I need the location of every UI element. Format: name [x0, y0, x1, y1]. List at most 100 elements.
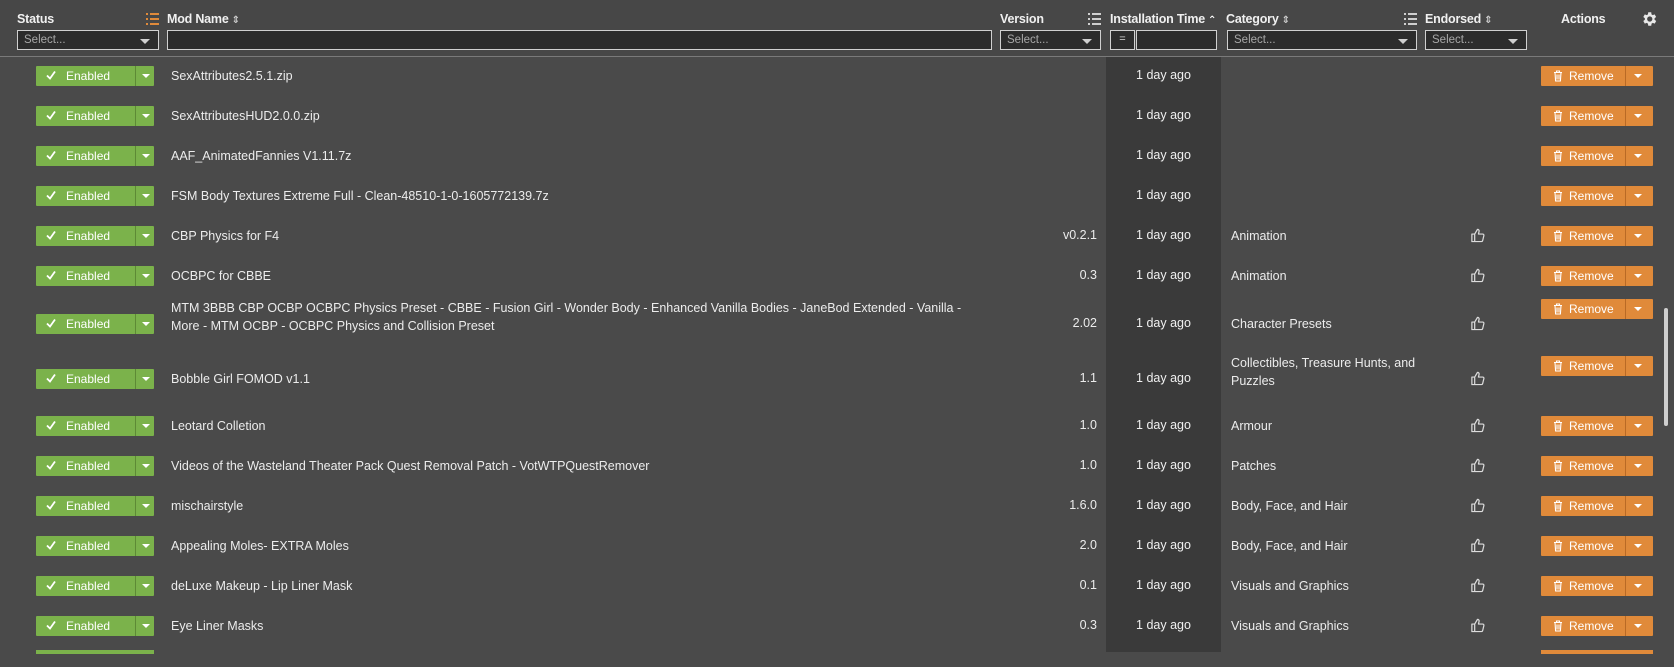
remove-button[interactable]: Remove	[1541, 266, 1653, 286]
column-options-icon[interactable]	[146, 13, 159, 25]
chevron-down-icon[interactable]	[1634, 464, 1642, 468]
chevron-down-icon[interactable]	[1634, 194, 1642, 198]
remove-button[interactable]: Remove	[1541, 186, 1653, 206]
status-toggle-button[interactable]: Enabled	[36, 226, 154, 246]
chevron-down-icon[interactable]	[1634, 74, 1642, 78]
remove-button[interactable]: Remove	[1541, 226, 1653, 246]
status-toggle-button[interactable]: Enabled	[36, 266, 154, 286]
header-status[interactable]: Status	[17, 12, 54, 26]
remove-button[interactable]: Remove	[1541, 416, 1653, 436]
chevron-down-icon[interactable]	[1634, 504, 1642, 508]
table-row[interactable]: Enabled CBP Physics for F4 v0.2.1 1 day ago…	[0, 216, 1674, 256]
chevron-down-icon[interactable]	[142, 544, 150, 548]
header-version[interactable]: Version	[1000, 12, 1044, 26]
table-row[interactable]: Enabled OCBPC for CBBE 0.3 1 day ago Animati…	[0, 256, 1674, 296]
table-row[interactable]: Enabled FSM Body Textures Extreme Full - …	[0, 176, 1674, 216]
header-category[interactable]: Category ⇕	[1226, 12, 1290, 26]
thumbs-up-icon[interactable]	[1470, 497, 1485, 513]
thumbs-up-icon[interactable]	[1470, 537, 1485, 553]
status-toggle-button[interactable]: Enabled	[36, 369, 154, 389]
installation-time-operator[interactable]: =	[1110, 30, 1135, 50]
chevron-down-icon[interactable]	[142, 154, 150, 158]
chevron-down-icon[interactable]	[1634, 114, 1642, 118]
chevron-down-icon[interactable]	[142, 424, 150, 428]
thumbs-up-icon[interactable]	[1470, 577, 1485, 593]
status-toggle-button[interactable]: Enabled	[36, 616, 154, 636]
gear-icon[interactable]	[1640, 10, 1658, 28]
column-options-icon[interactable]	[1088, 13, 1101, 25]
installation-time-filter-input[interactable]	[1136, 30, 1217, 50]
chevron-down-icon[interactable]	[142, 274, 150, 278]
status-toggle-button[interactable]: Enabled	[36, 576, 154, 596]
remove-button[interactable]: Remove	[1541, 106, 1653, 126]
thumbs-up-icon[interactable]	[1470, 227, 1485, 243]
chevron-down-icon[interactable]	[1634, 624, 1642, 628]
remove-button[interactable]: Remove	[1541, 536, 1653, 556]
status-toggle-button[interactable]: Enabled	[36, 186, 154, 206]
table-row[interactable]: Enabled Videos of the Wasteland Theater P…	[0, 446, 1674, 486]
column-options-icon[interactable]	[1404, 13, 1417, 25]
table-row[interactable]: Enabled Leotard Colletion 1.0 1 day ago Armo…	[0, 406, 1674, 446]
table-row[interactable]: Enabled mischairstyle 1.6.0 1 day ago Body, …	[0, 486, 1674, 526]
chevron-down-icon[interactable]	[142, 234, 150, 238]
chevron-down-icon[interactable]	[142, 464, 150, 468]
remove-button[interactable]: Remove	[1541, 576, 1653, 596]
thumbs-up-icon[interactable]	[1470, 370, 1485, 386]
chevron-down-icon[interactable]	[142, 624, 150, 628]
status-filter-select[interactable]: Select...	[17, 30, 159, 50]
chevron-down-icon[interactable]	[142, 194, 150, 198]
table-row[interactable]: Enabled SexAttributesHUD2.0.0.zip 1 day ag…	[0, 96, 1674, 136]
chevron-down-icon[interactable]	[142, 322, 150, 326]
remove-button[interactable]: Remove	[1541, 356, 1653, 376]
chevron-down-icon[interactable]	[1634, 364, 1642, 368]
status-toggle-button[interactable]: Enabled	[36, 416, 154, 436]
chevron-down-icon[interactable]	[142, 584, 150, 588]
chevron-down-icon[interactable]	[1634, 544, 1642, 548]
chevron-down-icon[interactable]	[1634, 234, 1642, 238]
status-toggle-button[interactable]: Enabled	[36, 66, 154, 86]
remove-button[interactable]: Remove	[1541, 146, 1653, 166]
chevron-down-icon[interactable]	[142, 114, 150, 118]
chevron-down-icon[interactable]	[142, 377, 150, 381]
table-row[interactable]: Enabled AAF_AnimatedFannies V1.11.7z 1 day…	[0, 136, 1674, 176]
thumbs-up-icon[interactable]	[1470, 457, 1485, 473]
header-endorsed[interactable]: Endorsed ⇕	[1425, 12, 1492, 26]
chevron-down-icon[interactable]	[1634, 424, 1642, 428]
table-row[interactable]: Enabled Appealing Moles- EXTRA Moles 2.0 1 …	[0, 526, 1674, 566]
endorsed-filter-select[interactable]: Select...	[1425, 30, 1527, 50]
table-row[interactable]: Enabled MTM 3BBB CBP OCBP OCBPC Physics P…	[0, 296, 1674, 352]
mod-name-filter-input[interactable]	[167, 30, 992, 50]
thumbs-up-icon[interactable]	[1470, 417, 1485, 433]
status-toggle-button[interactable]: Enabled	[36, 314, 154, 334]
version-filter-select[interactable]: Select...	[1000, 30, 1101, 50]
thumbs-up-icon[interactable]	[1470, 617, 1485, 633]
chevron-down-icon[interactable]	[1634, 307, 1642, 311]
chevron-down-icon[interactable]	[142, 74, 150, 78]
table-row[interactable]: Enabled deLuxe Makeup - Lip Liner Mask 0.1…	[0, 566, 1674, 606]
scrollbar-thumb[interactable]	[1664, 308, 1668, 426]
status-toggle-button[interactable]: Enabled	[36, 456, 154, 476]
remove-button[interactable]: Remove	[1541, 616, 1653, 636]
table-row[interactable]: Enabled Eye Liner Masks 0.3 1 day ago Visual…	[0, 606, 1674, 646]
chevron-down-icon[interactable]	[1634, 154, 1642, 158]
chevron-down-icon[interactable]	[142, 504, 150, 508]
remove-button[interactable]: Remove	[1541, 496, 1653, 516]
header-mod-name[interactable]: Mod Name ⇕	[167, 12, 240, 26]
remove-button[interactable]: Remove	[1541, 456, 1653, 476]
installation-time: 1 day ago	[1136, 498, 1191, 512]
table-row[interactable]: Enabled Bobble Girl FOMOD v1.1 1.1 1 day ag…	[0, 352, 1674, 406]
category-filter-select[interactable]: Select...	[1227, 30, 1417, 50]
table-row[interactable]: Enabled SexAttributes2.5.1.zip 1 day ago Re…	[0, 56, 1674, 96]
thumbs-up-icon[interactable]	[1470, 267, 1485, 283]
status-toggle-button[interactable]: Enabled	[36, 146, 154, 166]
chevron-down-icon[interactable]	[1634, 584, 1642, 588]
remove-label: Remove	[1569, 359, 1614, 373]
status-toggle-button[interactable]: Enabled	[36, 496, 154, 516]
chevron-down-icon[interactable]	[1634, 274, 1642, 278]
status-toggle-button[interactable]: Enabled	[36, 106, 154, 126]
remove-button[interactable]: Remove	[1541, 66, 1653, 86]
remove-button[interactable]: Remove	[1541, 299, 1653, 319]
header-installation-time[interactable]: Installation Time ⌃	[1110, 12, 1216, 26]
thumbs-up-icon[interactable]	[1470, 315, 1485, 331]
status-toggle-button[interactable]: Enabled	[36, 536, 154, 556]
